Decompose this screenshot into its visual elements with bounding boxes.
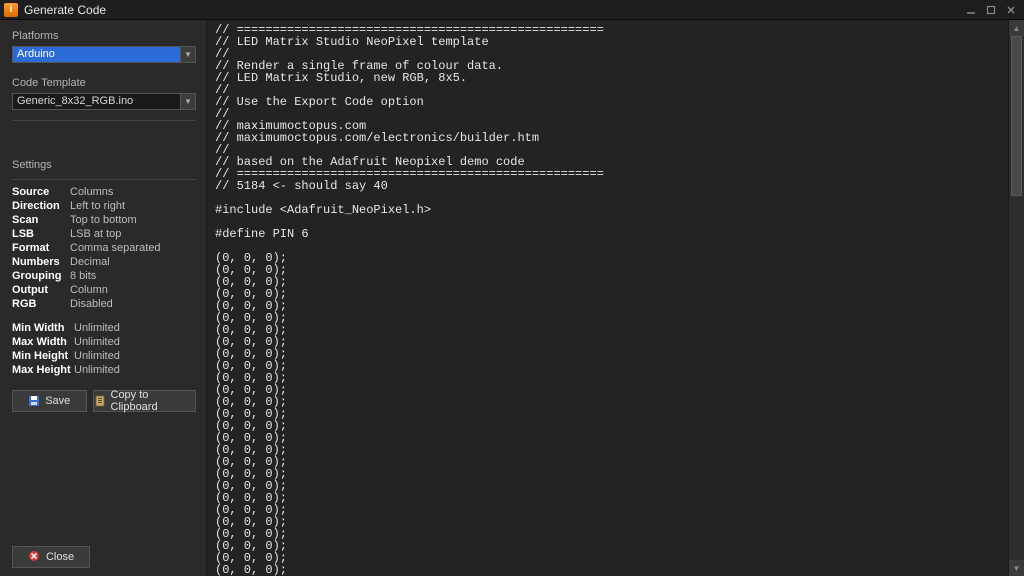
code-template-label: Code Template bbox=[12, 77, 196, 89]
template-combo-value: Generic_8x32_RGB.ino bbox=[13, 94, 180, 109]
settings-value: Column bbox=[70, 284, 108, 296]
settings-value: Disabled bbox=[70, 298, 113, 310]
sidebar: Platforms Arduino ▼ Code Template Generi… bbox=[0, 20, 207, 576]
settings-value: Columns bbox=[70, 186, 113, 198]
divider bbox=[12, 120, 196, 121]
limit-value: Unlimited bbox=[74, 336, 120, 348]
settings-row: LSBLSB at top bbox=[12, 228, 196, 240]
close-window-button[interactable] bbox=[1002, 3, 1020, 17]
limit-key: Min Width bbox=[12, 322, 74, 334]
scroll-up-icon[interactable]: ▲ bbox=[1009, 20, 1024, 36]
main-area: Platforms Arduino ▼ Code Template Generi… bbox=[0, 20, 1024, 576]
settings-row: DirectionLeft to right bbox=[12, 200, 196, 212]
save-button-label: Save bbox=[45, 395, 70, 407]
limit-value: Unlimited bbox=[74, 322, 120, 334]
settings-key: Source bbox=[12, 186, 70, 198]
settings-value: 8 bits bbox=[70, 270, 96, 282]
settings-value: LSB at top bbox=[70, 228, 121, 240]
copy-clipboard-label: Copy to Clipboard bbox=[111, 389, 196, 413]
settings-key: Output bbox=[12, 284, 70, 296]
scroll-thumb[interactable] bbox=[1011, 36, 1022, 196]
settings-key: Format bbox=[12, 242, 70, 254]
settings-row: NumbersDecimal bbox=[12, 256, 196, 268]
limit-key: Min Height bbox=[12, 350, 74, 362]
limits-list: Min WidthUnlimitedMax WidthUnlimitedMin … bbox=[12, 320, 196, 378]
settings-row: SourceColumns bbox=[12, 186, 196, 198]
close-button[interactable]: Close bbox=[12, 546, 90, 568]
platforms-label: Platforms bbox=[12, 30, 196, 42]
limit-row: Min WidthUnlimited bbox=[12, 322, 196, 334]
clipboard-icon bbox=[94, 395, 106, 407]
platform-combo-value: Arduino bbox=[13, 47, 180, 62]
limit-key: Max Height bbox=[12, 364, 74, 376]
chevron-down-icon[interactable]: ▼ bbox=[180, 47, 195, 62]
settings-row: Grouping8 bits bbox=[12, 270, 196, 282]
limit-key: Max Width bbox=[12, 336, 74, 348]
platform-combo[interactable]: Arduino ▼ bbox=[12, 46, 196, 63]
save-icon bbox=[28, 395, 40, 407]
limit-value: Unlimited bbox=[74, 364, 120, 376]
limit-row: Max WidthUnlimited bbox=[12, 336, 196, 348]
settings-key: LSB bbox=[12, 228, 70, 240]
settings-value: Top to bottom bbox=[70, 214, 137, 226]
settings-row: FormatComma separated bbox=[12, 242, 196, 254]
limit-row: Min HeightUnlimited bbox=[12, 350, 196, 362]
template-combo[interactable]: Generic_8x32_RGB.ino ▼ bbox=[12, 93, 196, 110]
settings-value: Left to right bbox=[70, 200, 125, 212]
settings-value: Comma separated bbox=[70, 242, 161, 254]
window-title: Generate Code bbox=[24, 3, 106, 17]
close-button-label: Close bbox=[46, 551, 74, 563]
settings-key: Direction bbox=[12, 200, 70, 212]
settings-row: ScanTop to bottom bbox=[12, 214, 196, 226]
copy-clipboard-button[interactable]: Copy to Clipboard bbox=[93, 390, 197, 412]
settings-key: Numbers bbox=[12, 256, 70, 268]
title-bar: i Generate Code bbox=[0, 0, 1024, 20]
divider bbox=[12, 179, 196, 180]
save-button[interactable]: Save bbox=[12, 390, 87, 412]
settings-value: Decimal bbox=[70, 256, 110, 268]
settings-label: Settings bbox=[12, 159, 196, 171]
close-icon bbox=[28, 550, 40, 565]
settings-row: OutputColumn bbox=[12, 284, 196, 296]
settings-key: RGB bbox=[12, 298, 70, 310]
chevron-down-icon[interactable]: ▼ bbox=[180, 94, 195, 109]
code-panel: // =====================================… bbox=[207, 20, 1024, 576]
settings-row: RGBDisabled bbox=[12, 298, 196, 310]
limit-row: Max HeightUnlimited bbox=[12, 364, 196, 376]
maximize-button[interactable] bbox=[982, 3, 1000, 17]
button-row: Save Copy to Clipboard bbox=[12, 390, 196, 412]
scroll-down-icon[interactable]: ▼ bbox=[1009, 560, 1024, 576]
vertical-scrollbar[interactable]: ▲ ▼ bbox=[1008, 20, 1024, 576]
code-text[interactable]: // =====================================… bbox=[207, 20, 1008, 576]
limit-value: Unlimited bbox=[74, 350, 120, 362]
scroll-track[interactable] bbox=[1009, 36, 1024, 560]
settings-key: Grouping bbox=[12, 270, 70, 282]
settings-key: Scan bbox=[12, 214, 70, 226]
settings-list: SourceColumnsDirectionLeft to rightScanT… bbox=[12, 184, 196, 312]
app-icon: i bbox=[4, 3, 18, 17]
minimize-button[interactable] bbox=[962, 3, 980, 17]
